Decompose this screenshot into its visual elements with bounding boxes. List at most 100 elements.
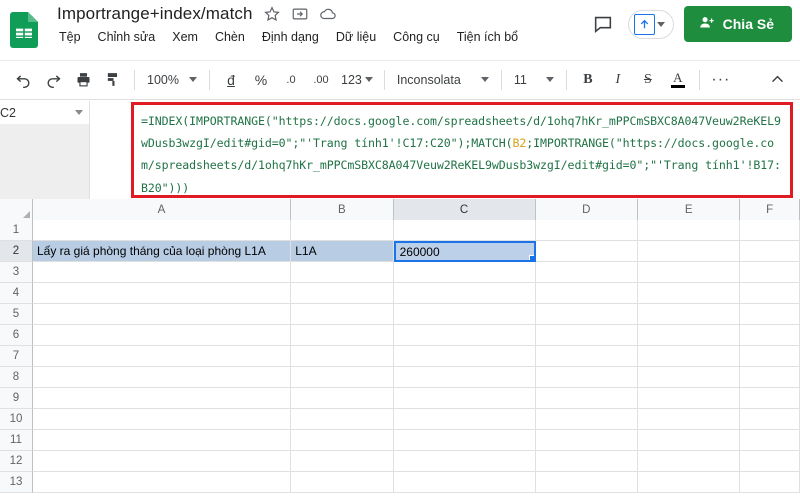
- cell-b6[interactable]: [291, 325, 394, 346]
- column-header-a[interactable]: A: [32, 199, 292, 220]
- more-options-button[interactable]: ···: [707, 66, 735, 94]
- cell-c5[interactable]: [393, 304, 536, 325]
- cell-c2[interactable]: 260000: [393, 241, 536, 262]
- row-header-9[interactable]: 9: [0, 388, 33, 409]
- cell-e10[interactable]: [638, 409, 741, 430]
- cell-a13[interactable]: [33, 472, 292, 493]
- cell-c7[interactable]: [393, 346, 536, 367]
- cell-a10[interactable]: [33, 409, 292, 430]
- cell-c10[interactable]: [393, 409, 536, 430]
- cell-b9[interactable]: [291, 388, 394, 409]
- cell-e7[interactable]: [638, 346, 741, 367]
- cell-d4[interactable]: [535, 283, 638, 304]
- row-header-4[interactable]: 4: [0, 283, 33, 304]
- cell-d2[interactable]: [535, 241, 639, 262]
- column-header-b[interactable]: B: [291, 199, 394, 220]
- cell-a5[interactable]: [33, 304, 292, 325]
- name-box[interactable]: C2: [0, 101, 90, 124]
- zoom-selector[interactable]: 100%: [141, 67, 203, 93]
- cell-e12[interactable]: [638, 451, 741, 472]
- menu-item-data[interactable]: Dữ liệu: [335, 28, 377, 46]
- formula-input[interactable]: =INDEX(IMPORTRANGE("https://docs.google.…: [131, 102, 793, 198]
- cell-c3[interactable]: [393, 262, 536, 283]
- cell-e6[interactable]: [638, 325, 741, 346]
- row-header-2[interactable]: 2: [0, 241, 33, 262]
- column-header-d[interactable]: D: [535, 199, 638, 220]
- strikethrough-button[interactable]: S: [634, 66, 662, 94]
- bold-button[interactable]: B: [574, 66, 602, 94]
- cell-f3[interactable]: [740, 262, 800, 283]
- cell-f6[interactable]: [740, 325, 800, 346]
- cell-e9[interactable]: [638, 388, 741, 409]
- cloud-saved-icon[interactable]: [319, 5, 337, 23]
- column-header-e[interactable]: E: [638, 199, 741, 220]
- cell-b12[interactable]: [291, 451, 394, 472]
- cell-a11[interactable]: [33, 430, 292, 451]
- percent-format-button[interactable]: %: [247, 66, 275, 94]
- cell-b5[interactable]: [291, 304, 394, 325]
- italic-button[interactable]: I: [604, 66, 632, 94]
- cell-a7[interactable]: [33, 346, 292, 367]
- cell-c12[interactable]: [393, 451, 536, 472]
- cell-c4[interactable]: [393, 283, 536, 304]
- cell-d13[interactable]: [535, 472, 638, 493]
- select-all-corner[interactable]: [0, 199, 33, 220]
- cell-c1[interactable]: [393, 220, 536, 241]
- cell-c8[interactable]: [393, 367, 536, 388]
- menu-item-tools[interactable]: Công cụ: [392, 28, 441, 46]
- cell-b1[interactable]: [291, 220, 394, 241]
- cell-d12[interactable]: [535, 451, 638, 472]
- cell-a12[interactable]: [33, 451, 292, 472]
- cell-e13[interactable]: [638, 472, 741, 493]
- cell-b10[interactable]: [291, 409, 394, 430]
- font-family-selector[interactable]: Inconsolata: [391, 67, 495, 93]
- row-header-10[interactable]: 10: [0, 409, 33, 430]
- chevron-up-icon[interactable]: [763, 66, 791, 94]
- share-button[interactable]: Chia Sẻ: [683, 6, 792, 42]
- menu-item-addons[interactable]: Tiện ích bổ s: [456, 28, 518, 46]
- cell-b13[interactable]: [291, 472, 394, 493]
- cell-d3[interactable]: [535, 262, 638, 283]
- row-header-12[interactable]: 12: [0, 451, 33, 472]
- cell-f13[interactable]: [740, 472, 800, 493]
- cell-c9[interactable]: [393, 388, 536, 409]
- row-header-7[interactable]: 7: [0, 346, 33, 367]
- cell-a6[interactable]: [33, 325, 292, 346]
- cell-b3[interactable]: [291, 262, 394, 283]
- column-header-c[interactable]: C: [393, 199, 536, 220]
- menu-item-edit[interactable]: Chỉnh sửa: [97, 28, 157, 46]
- cell-b11[interactable]: [291, 430, 394, 451]
- increase-decimal-button[interactable]: .00: [307, 66, 335, 94]
- cell-b2[interactable]: L1A: [291, 241, 394, 262]
- cell-d10[interactable]: [535, 409, 638, 430]
- cell-a3[interactable]: [33, 262, 292, 283]
- row-header-8[interactable]: 8: [0, 367, 33, 388]
- row-header-11[interactable]: 11: [0, 430, 33, 451]
- cell-b4[interactable]: [291, 283, 394, 304]
- cell-a4[interactable]: [33, 283, 292, 304]
- menu-item-view[interactable]: Xem: [171, 28, 199, 46]
- column-header-f[interactable]: F: [740, 199, 800, 220]
- cell-e3[interactable]: [638, 262, 741, 283]
- undo-icon[interactable]: [9, 66, 37, 94]
- cell-b8[interactable]: [291, 367, 394, 388]
- number-format-button[interactable]: 123: [337, 66, 377, 94]
- cell-d8[interactable]: [535, 367, 638, 388]
- cell-f1[interactable]: [740, 220, 800, 241]
- cell-a2[interactable]: Lấy ra giá phòng tháng của loại phòng L1…: [33, 241, 292, 262]
- row-header-6[interactable]: 6: [0, 325, 33, 346]
- cell-b7[interactable]: [291, 346, 394, 367]
- font-size-selector[interactable]: 11: [508, 67, 560, 93]
- cell-f2[interactable]: [740, 241, 800, 262]
- redo-icon[interactable]: [39, 66, 67, 94]
- cell-c13[interactable]: [393, 472, 536, 493]
- cell-a1[interactable]: [33, 220, 292, 241]
- present-button[interactable]: [627, 9, 674, 39]
- cell-f5[interactable]: [740, 304, 800, 325]
- cell-d7[interactable]: [535, 346, 638, 367]
- cell-c11[interactable]: [393, 430, 536, 451]
- comment-icon[interactable]: [588, 9, 618, 39]
- menu-item-format[interactable]: Định dạng: [261, 28, 320, 46]
- cell-e4[interactable]: [638, 283, 741, 304]
- cell-d11[interactable]: [535, 430, 638, 451]
